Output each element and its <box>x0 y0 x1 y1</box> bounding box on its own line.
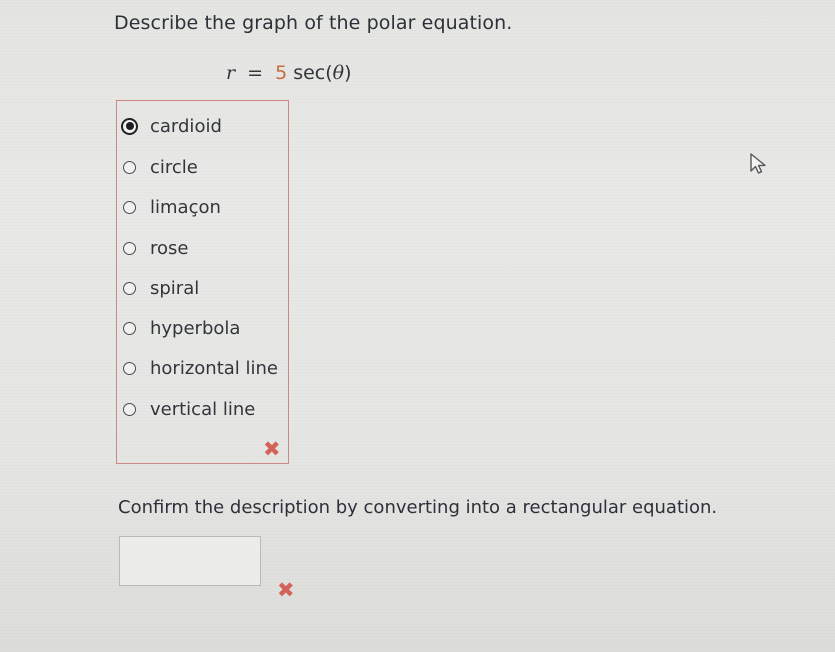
choice-cardioid[interactable]: cardioid <box>121 113 222 139</box>
radio-icon[interactable] <box>123 361 136 375</box>
radio-icon[interactable] <box>123 402 136 416</box>
equation-equals: = <box>247 62 264 84</box>
x-mark-icon: ✖ <box>277 578 295 602</box>
radio-icon[interactable] <box>123 241 136 255</box>
choice-spiral[interactable]: spiral <box>123 275 199 301</box>
radio-icon[interactable] <box>123 200 136 214</box>
choice-horizontal-line[interactable]: horizontal line <box>123 355 278 381</box>
equation-lhs: r <box>226 62 236 84</box>
equation-function: sec( <box>293 62 333 84</box>
choice-label: limaçon <box>150 196 221 218</box>
radio-icon[interactable] <box>123 281 136 295</box>
mouse-cursor-icon <box>750 153 766 174</box>
choice-label: circle <box>150 156 198 178</box>
choice-label: horizontal line <box>150 357 278 379</box>
choice-label: hyperbola <box>150 317 241 339</box>
radio-icon[interactable] <box>123 160 136 174</box>
choice-limacon[interactable]: limaçon <box>123 194 221 220</box>
radio-icon[interactable] <box>123 321 136 335</box>
choice-circle[interactable]: circle <box>123 154 198 180</box>
equation-close: ) <box>344 62 352 84</box>
part2-instruction: Confirm the description by converting in… <box>118 497 718 518</box>
equation-coefficient: 5 <box>275 62 288 84</box>
choice-group: cardioid circle limaçon rose spiral hype… <box>116 100 289 464</box>
choice-label: rose <box>150 237 189 259</box>
choice-label: cardioid <box>150 115 222 137</box>
choice-label: spiral <box>150 277 200 299</box>
choice-rose[interactable]: rose <box>123 235 188 261</box>
choice-vertical-line[interactable]: vertical line <box>123 396 255 422</box>
equation-variable: θ <box>332 62 345 84</box>
polar-equation: r = 5 sec(θ) <box>226 62 352 84</box>
choice-label: vertical line <box>150 398 256 420</box>
x-mark-icon: ✖ <box>263 437 281 461</box>
radio-selected-icon[interactable] <box>121 117 138 135</box>
rectangular-equation-input[interactable] <box>119 536 261 586</box>
choice-hyperbola[interactable]: hyperbola <box>123 315 240 341</box>
question-prompt: Describe the graph of the polar equation… <box>114 12 513 34</box>
